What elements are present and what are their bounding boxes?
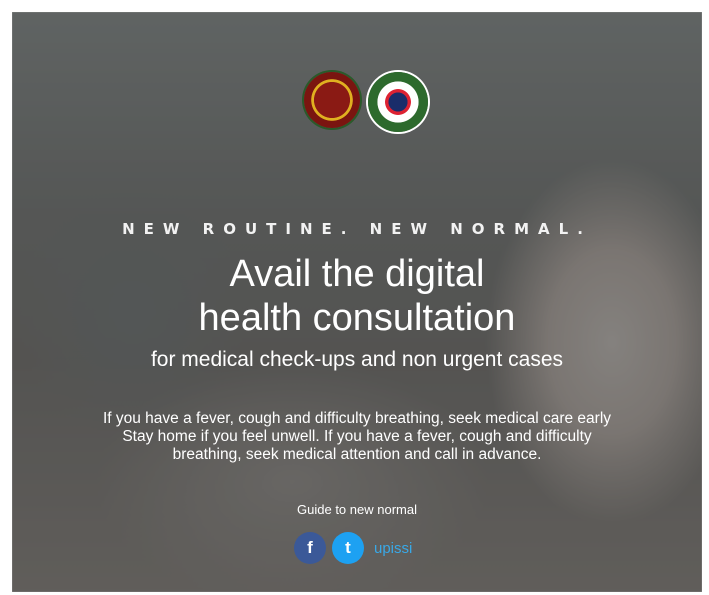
social-links: f t upissi bbox=[294, 532, 412, 564]
facebook-icon[interactable]: f bbox=[294, 532, 326, 564]
facebook-glyph: f bbox=[307, 538, 313, 557]
advisory-line-1: If you have a fever, cough and difficult… bbox=[102, 410, 612, 427]
tagline: NEW ROUTINE. NEW NORMAL. bbox=[122, 220, 592, 238]
headline: Avail the digital health consultation bbox=[12, 252, 702, 340]
institution-seal-icon bbox=[368, 72, 428, 132]
headline-line-2: health consultation bbox=[198, 297, 516, 339]
logo-group bbox=[304, 72, 428, 132]
advisory-line-2: Stay home if you feel unwell. If you hav… bbox=[122, 428, 592, 445]
guide-link[interactable]: Guide to new normal bbox=[12, 502, 702, 517]
advisory-line-3: breathing, seek medical attention and ca… bbox=[172, 446, 542, 463]
advisory-text: If you have a fever, cough and difficult… bbox=[12, 410, 702, 464]
university-seal-icon bbox=[304, 72, 360, 128]
banner: NEW ROUTINE. NEW NORMAL. Avail the digit… bbox=[12, 12, 702, 592]
twitter-icon[interactable]: t bbox=[332, 532, 364, 564]
subheadline: for medical check-ups and non urgent cas… bbox=[150, 348, 564, 371]
headline-line-1: Avail the digital bbox=[229, 253, 485, 295]
twitter-glyph: t bbox=[345, 538, 351, 557]
social-handle[interactable]: upissi bbox=[374, 540, 412, 557]
